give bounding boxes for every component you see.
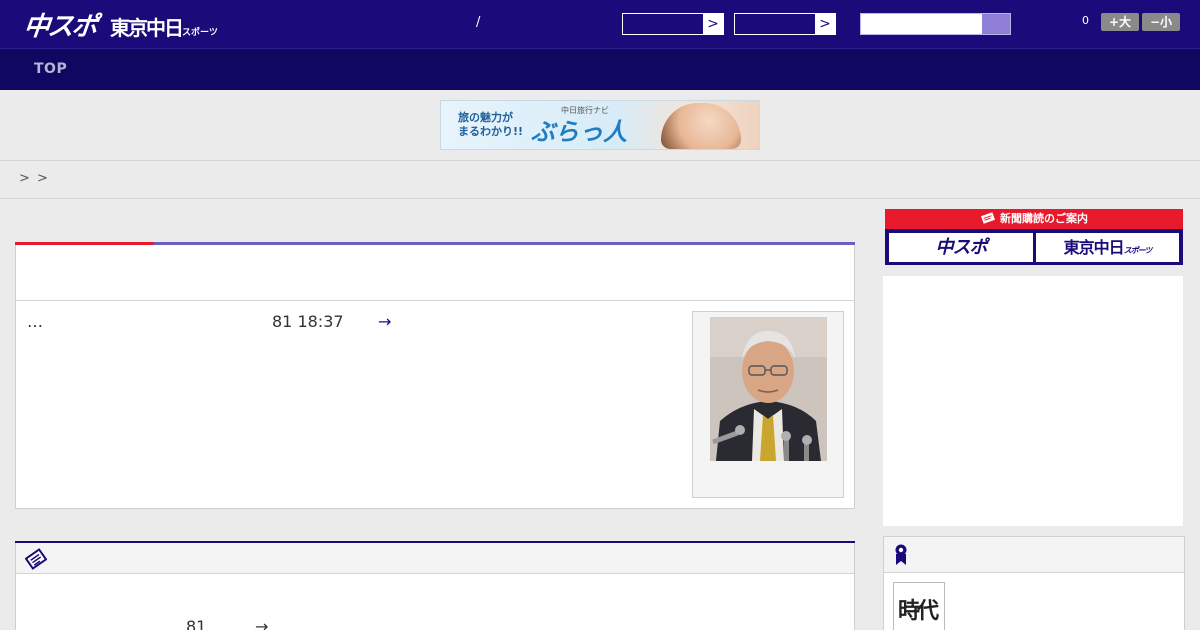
search-input[interactable] — [861, 14, 983, 34]
newspaper-small-icon — [980, 212, 996, 224]
global-nav: TOP — [0, 48, 1200, 90]
chuspo-logo[interactable]: 中スポ — [22, 6, 98, 43]
font-size-increase-button[interactable]: +大 — [1101, 13, 1139, 31]
chevron-right-icon[interactable]: > — [703, 14, 723, 34]
font-size-decrease-button[interactable]: −小 — [1142, 13, 1180, 31]
subscription-heading-text: 新聞購読のご案内 — [1000, 212, 1088, 225]
sidebar-ad-slot — [883, 276, 1183, 526]
subscription-panel: 新聞購読のご案内 中スポ 東京中日スポーツ — [885, 209, 1183, 265]
banner-headline: 旅の魅力が まるわかり!! — [458, 111, 523, 139]
site-header: 中スポ 東京中日スポーツ / > > 0 +大 −小 — [0, 0, 1200, 48]
banner-model-image — [661, 103, 741, 149]
related-number: 81 — [186, 617, 207, 630]
article-photo-frame[interactable] — [692, 311, 844, 498]
article-headline — [16, 245, 854, 301]
subscribe-tokyo-label: 東京中日 — [1063, 238, 1125, 257]
category-select-2[interactable]: > — [734, 13, 836, 35]
tokyo-chunichi-logo[interactable]: 東京中日スポーツ — [110, 12, 218, 41]
portrait-photo — [710, 317, 827, 461]
chevron-right-icon[interactable]: > — [815, 14, 835, 34]
category-select-1[interactable]: > — [622, 13, 724, 35]
tokyo-chunichi-logo-sub: スポーツ — [182, 28, 218, 38]
ranking-thumbnail[interactable]: 時代 — [893, 582, 945, 630]
related-articles-card: … 81 → — [15, 541, 855, 630]
breadcrumb-separator: > — [19, 171, 30, 186]
breadcrumb-separator: > — [37, 171, 48, 186]
article-more-link[interactable]: → — [378, 312, 391, 331]
ribbon-icon — [895, 544, 907, 565]
banner-headline-line1: 旅の魅力が — [458, 111, 513, 124]
banner-brand: ぶらっ人 — [531, 117, 627, 146]
notification-count: 0 — [1082, 14, 1089, 27]
site-search — [860, 13, 1011, 35]
newspaper-icon — [25, 548, 47, 570]
article-card: … 81 18:37 → — [15, 242, 855, 509]
ranking-thumbnail-text: 時代 — [898, 598, 939, 624]
ranking-header — [884, 537, 1184, 573]
banner-area: 旅の魅力が まるわかり!! 中日旅行ナビ ぶらっ人 — [0, 90, 1200, 161]
related-excerpt: … — [27, 617, 43, 630]
article-date: 81 18:37 — [272, 312, 344, 331]
subscribe-chuspo-button[interactable]: 中スポ — [889, 233, 1033, 262]
breadcrumb: > > — [0, 161, 1200, 199]
subscribe-tokyo-sub: スポーツ — [1123, 246, 1153, 255]
tokyo-chunichi-logo-text: 東京中日 — [110, 16, 184, 40]
article-excerpt: … — [27, 312, 43, 331]
related-more-link[interactable]: → — [255, 617, 268, 630]
ranking-panel: 時代 — [883, 536, 1185, 630]
travel-ad-banner[interactable]: 旅の魅力が まるわかり!! 中日旅行ナビ ぶらっ人 — [440, 100, 760, 150]
article-photo[interactable] — [710, 317, 827, 461]
search-button[interactable] — [982, 14, 1010, 34]
header-separator: / — [476, 15, 481, 30]
related-header — [16, 543, 854, 574]
nav-item-top[interactable]: TOP — [34, 61, 67, 77]
banner-headline-line2: まるわかり!! — [458, 125, 524, 138]
subscribe-tokyo-button[interactable]: 東京中日スポーツ — [1036, 233, 1179, 262]
subscription-heading: 新聞購読のご案内 — [885, 209, 1183, 229]
